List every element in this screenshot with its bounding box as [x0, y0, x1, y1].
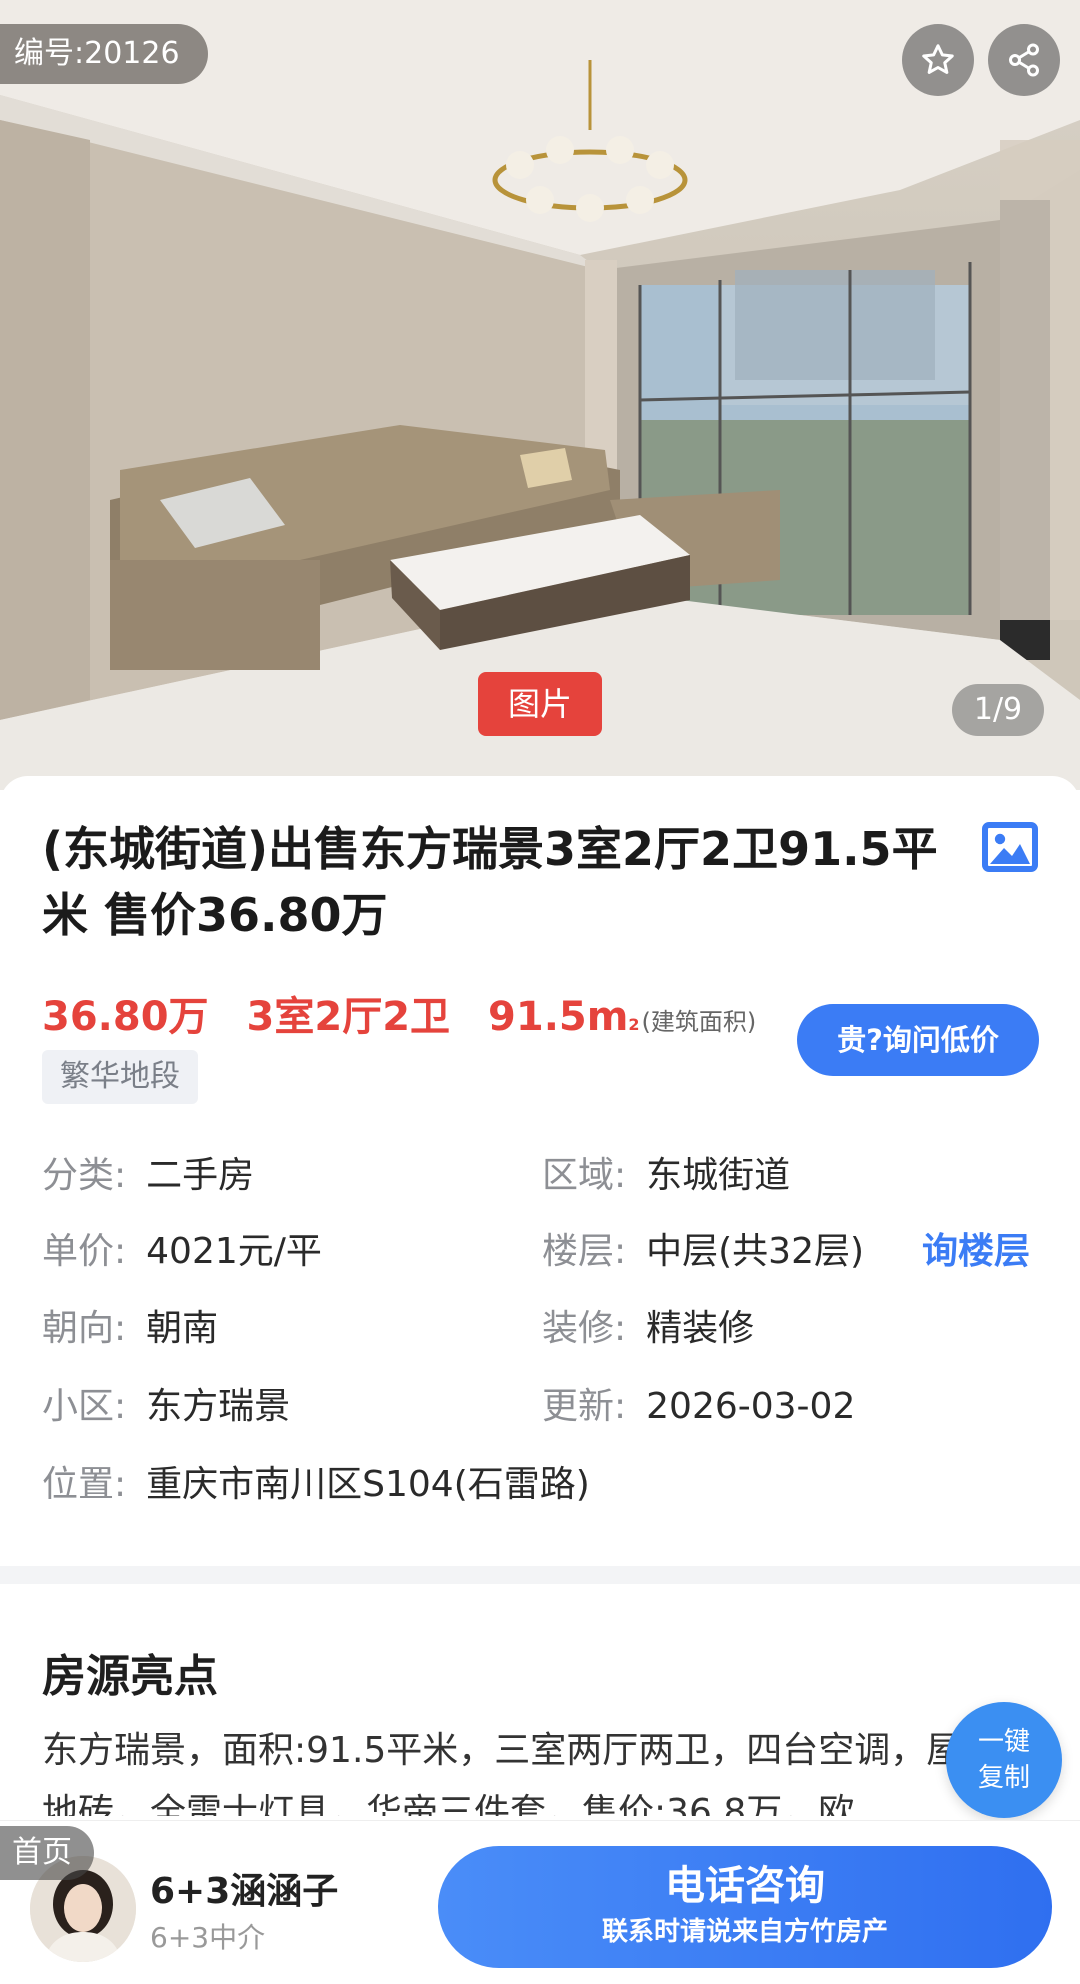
attr-category: 分类: 二手房 — [42, 1155, 255, 1196]
ask-lower-price-button[interactable]: 贵?询问低价 — [797, 1004, 1039, 1076]
copy-button-line1: 一键 — [977, 1727, 1030, 1757]
attr-location: 位置: 重庆市南川区S104(石雷路) — [42, 1464, 590, 1505]
attr-orientation: 朝向: 朝南 — [42, 1308, 219, 1349]
agent-name: 6+3涵涵子 — [150, 1871, 339, 1912]
image-icon[interactable] — [982, 822, 1038, 872]
photo-counter: 1/9 — [952, 684, 1044, 736]
section-divider — [0, 1566, 1080, 1584]
attr-updated: 更新: 2026-03-02 — [542, 1386, 856, 1427]
listing-title: (东城街道)出售东方瑞景3室2厅2卫91.5平米 售价36.80万 — [42, 822, 938, 942]
share-icon — [1009, 43, 1039, 77]
area-note: (建筑面积) — [641, 1008, 757, 1036]
phone-consult-sublabel: 联系时请说来自方竹房产 — [601, 1917, 888, 1947]
listing-id-badge: 编号:20126 — [0, 24, 208, 84]
agent-company: 6+3中介 — [150, 1921, 266, 1954]
copy-button-line2: 复制 — [977, 1763, 1030, 1793]
copy-button[interactable]: 一键 复制 — [946, 1702, 1062, 1818]
area-value: 91.5m — [488, 994, 629, 1040]
attr-decoration: 装修: 精装修 — [542, 1308, 755, 1349]
attr-unit-price: 单价: 4021元/平 — [42, 1231, 322, 1272]
attr-floor: 楼层: 中层(共32层) — [542, 1231, 865, 1272]
attr-district: 区域: 东城街道 — [542, 1155, 791, 1196]
share-button[interactable] — [988, 24, 1060, 96]
area-unit-superscript: 2 — [628, 1015, 640, 1034]
highlights-text: 东方瑞景，面积:91.5平米，三室两厅两卫，四台空调，屋通铺地砖，全雷士灯具，华… — [42, 1730, 1035, 1816]
photo-tab[interactable]: 图片 — [478, 672, 602, 736]
layout-value: 3室2厅2卫 — [246, 994, 451, 1040]
feature-tag: 繁华地段 — [42, 1050, 198, 1104]
highlights-title: 房源亮点 — [42, 1651, 218, 1702]
favorite-button[interactable] — [902, 24, 974, 96]
attr-community: 小区: 东方瑞景 — [42, 1386, 291, 1427]
star-icon — [922, 44, 954, 74]
home-tag[interactable]: 首页 — [0, 1826, 94, 1880]
listing-photo[interactable]: 编号:20126 图片 1/9 — [0, 0, 1080, 790]
key-stats: 36.80万 3室2厅2卫 91.5m 2 (建筑面积) — [42, 984, 756, 1042]
ask-floor-link[interactable]: 询楼层 — [922, 1228, 1030, 1276]
phone-consult-button[interactable]: 电话咨询 联系时请说来自方竹房产 — [438, 1846, 1052, 1968]
price-value: 36.80万 — [42, 994, 209, 1040]
phone-consult-label: 电话咨询 — [665, 1863, 825, 1909]
